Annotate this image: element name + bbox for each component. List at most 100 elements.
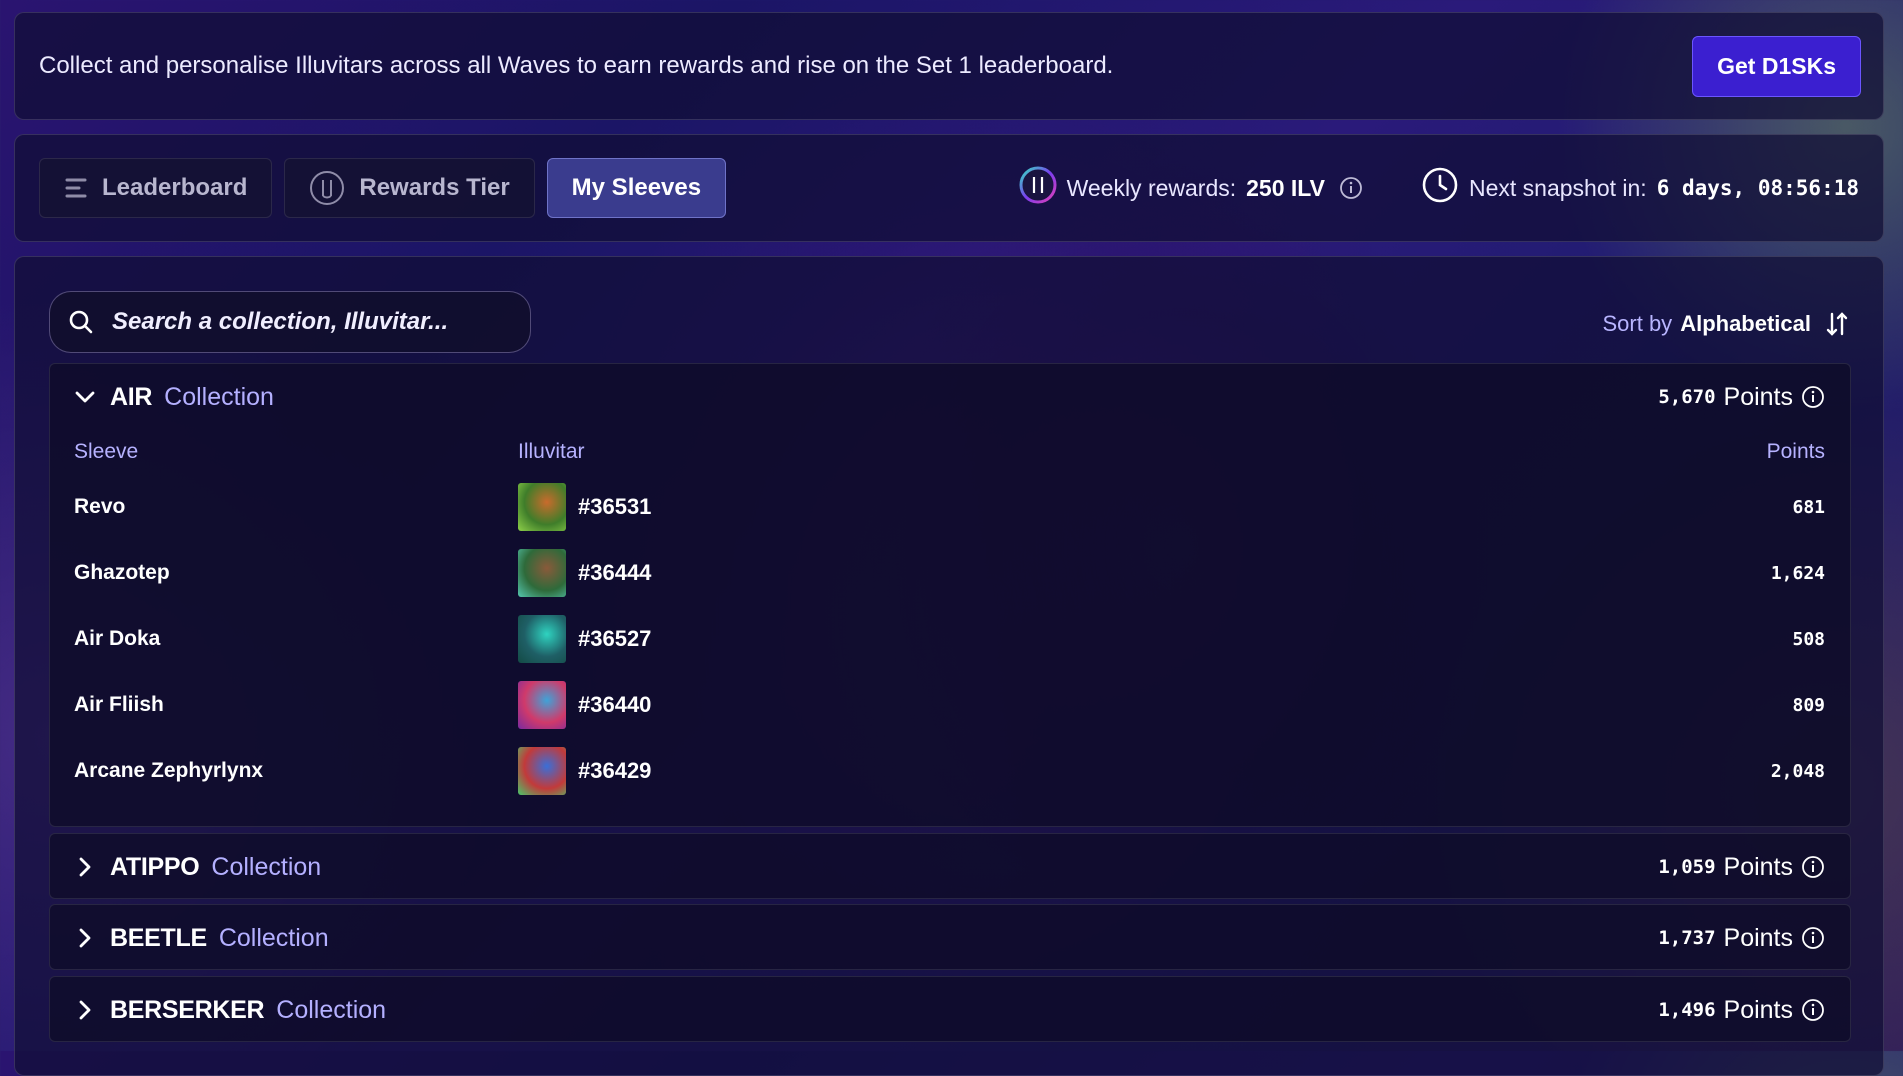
next-snapshot-countdown: 6 days, 08:56:18 <box>1656 176 1859 200</box>
sleeve-name: Ghazotep <box>74 561 170 584</box>
sort-label: Sort by <box>1602 311 1673 336</box>
collection-suffix: Collection <box>164 382 274 411</box>
illuvitar-id[interactable]: #36429 <box>578 758 651 784</box>
tab-leaderboard[interactable]: Leaderboard <box>39 158 273 218</box>
collection-name: AIR <box>110 382 153 411</box>
collection-points-value: 1,059 <box>1658 856 1716 878</box>
next-snapshot: Next snapshot in: 6 days, 08:56:18 <box>1421 166 1859 210</box>
illuvitar-thumbnail <box>518 615 566 663</box>
search-box <box>49 291 531 353</box>
collection-suffix: Collection <box>211 852 322 881</box>
collection-header-beetle[interactable]: BEETLE Collection 1,737 Points <box>50 905 1850 971</box>
sleeve-points: 809 <box>1792 694 1825 716</box>
rewards-stats: Weekly rewards: 250 ILV Next snapshot in… <box>1019 166 1859 210</box>
table-row[interactable]: Air Doka #36527 508 <box>50 606 1850 672</box>
clock-icon <box>1421 166 1459 210</box>
sleeves-panel: Sort by Alphabetical AIR Collection 5,67… <box>14 256 1884 1076</box>
collection-points-label: Points <box>1723 923 1793 952</box>
tab-leaderboard-label: Leaderboard <box>102 174 248 201</box>
chevron-down-icon <box>74 390 96 404</box>
illuvitar-id[interactable]: #36531 <box>578 494 651 520</box>
table-row[interactable]: Air Fliish #36440 809 <box>50 672 1850 738</box>
illuvitar-cell: #36527 <box>518 615 1625 663</box>
collection-name: BERSERKER <box>110 995 265 1024</box>
tab-my-sleeves-label: My Sleeves <box>571 174 702 201</box>
collection-header-berserker[interactable]: BERSERKER Collection 1,496 Points <box>50 977 1850 1043</box>
collection-suffix: Collection <box>276 995 387 1024</box>
table-row[interactable]: Revo #36531 681 <box>50 474 1850 540</box>
ilv-badge-icon <box>309 170 345 206</box>
illuvitar-cell: #36444 <box>518 549 1625 597</box>
info-icon[interactable] <box>1339 176 1363 200</box>
collection-points: 1,059 Points <box>1658 853 1825 882</box>
chevron-right-icon <box>74 999 96 1021</box>
illuvitar-cell: #36531 <box>518 483 1625 531</box>
illuvitar-cell: #36429 <box>518 747 1625 795</box>
air-rows: Revo #36531 681 Ghazotep #36444 1,624 Air Doka… <box>50 474 1850 804</box>
chevron-right-icon <box>74 856 96 878</box>
info-icon[interactable] <box>1801 855 1825 879</box>
collection-beetle: BEETLE Collection 1,737 Points <box>49 904 1851 970</box>
sleeve-name: Revo <box>74 495 126 518</box>
table-row[interactable]: Arcane Zephyrlynx #36429 2,048 <box>50 738 1850 804</box>
promo-banner: Collect and personalise Illuvitars acros… <box>14 12 1884 120</box>
ilv-token-icon <box>1019 166 1057 210</box>
column-header-illuvitar: Illuvitar <box>518 440 585 463</box>
search-icon <box>68 309 94 335</box>
get-d1sks-button[interactable]: Get D1SKs <box>1692 35 1861 97</box>
sort-value: Alphabetical <box>1680 311 1811 336</box>
collection-points-value: 5,670 <box>1658 386 1716 408</box>
collection-points-value: 1,737 <box>1658 927 1716 949</box>
info-icon[interactable] <box>1801 926 1825 950</box>
illuvitar-thumbnail <box>518 681 566 729</box>
sleeve-name: Arcane Zephyrlynx <box>74 759 264 782</box>
info-icon[interactable] <box>1801 998 1825 1022</box>
collection-air: AIR Collection 5,670 Points Sleeve Illuv… <box>49 363 1851 827</box>
collection-points: 1,496 Points <box>1658 996 1825 1025</box>
sleeve-name: Air Doka <box>74 627 161 650</box>
sleeve-points: 2,048 <box>1770 760 1825 782</box>
sort-control[interactable]: Sort by Alphabetical <box>1602 311 1849 337</box>
collection-points-label: Points <box>1723 382 1793 411</box>
collection-berserker: BERSERKER Collection 1,496 Points <box>49 976 1851 1042</box>
sleeve-points: 681 <box>1792 496 1825 518</box>
illuvitar-thumbnail <box>518 549 566 597</box>
illuvitar-id[interactable]: #36444 <box>578 560 651 586</box>
collection-points-label: Points <box>1723 852 1793 881</box>
sleeve-name: Air Fliish <box>74 693 164 716</box>
info-icon[interactable] <box>1801 385 1825 409</box>
collection-name: BEETLE <box>110 923 207 952</box>
tab-rewards-tier-label: Rewards Tier <box>359 174 510 201</box>
list-icon <box>64 177 88 199</box>
collection-suffix: Collection <box>218 923 329 952</box>
sleeve-points: 1,624 <box>1770 562 1825 584</box>
illuvitar-id[interactable]: #36527 <box>578 626 651 652</box>
tab-my-sleeves[interactable]: My Sleeves <box>546 158 727 218</box>
banner-message: Collect and personalise Illuvitars acros… <box>39 52 1114 79</box>
sleeve-points: 508 <box>1792 628 1825 650</box>
tab-rewards-tier[interactable]: Rewards Tier <box>284 158 535 218</box>
chevron-right-icon <box>74 927 96 949</box>
column-header-sleeve: Sleeve <box>74 440 139 463</box>
collection-points: 1,737 Points <box>1658 924 1825 953</box>
illuvitar-thumbnail <box>518 747 566 795</box>
collection-header-atippo[interactable]: ATIPPO Collection 1,059 Points <box>50 834 1850 900</box>
weekly-rewards-value: 250 ILV <box>1246 174 1325 201</box>
next-snapshot-label: Next snapshot in: <box>1468 174 1647 201</box>
column-header-points: Points <box>1766 440 1825 463</box>
illuvitar-cell: #36440 <box>518 681 1625 729</box>
collection-points-value: 1,496 <box>1658 999 1716 1021</box>
collection-points-label: Points <box>1723 995 1793 1024</box>
illuvitar-thumbnail <box>518 483 566 531</box>
collection-header-air[interactable]: AIR Collection 5,670 Points <box>50 364 1850 430</box>
collection-points: 5,670 Points <box>1658 383 1825 412</box>
sort-direction-icon[interactable] <box>1825 311 1849 337</box>
illuvitar-id[interactable]: #36440 <box>578 692 651 718</box>
weekly-rewards: Weekly rewards: 250 ILV <box>1019 166 1363 210</box>
collection-atippo: ATIPPO Collection 1,059 Points <box>49 833 1851 899</box>
table-row[interactable]: Ghazotep #36444 1,624 <box>50 540 1850 606</box>
collection-name: ATIPPO <box>110 852 200 881</box>
search-input[interactable] <box>110 307 512 337</box>
table-header: Sleeve Illuvitar Points <box>50 430 1850 474</box>
weekly-rewards-label: Weekly rewards: <box>1066 174 1237 201</box>
